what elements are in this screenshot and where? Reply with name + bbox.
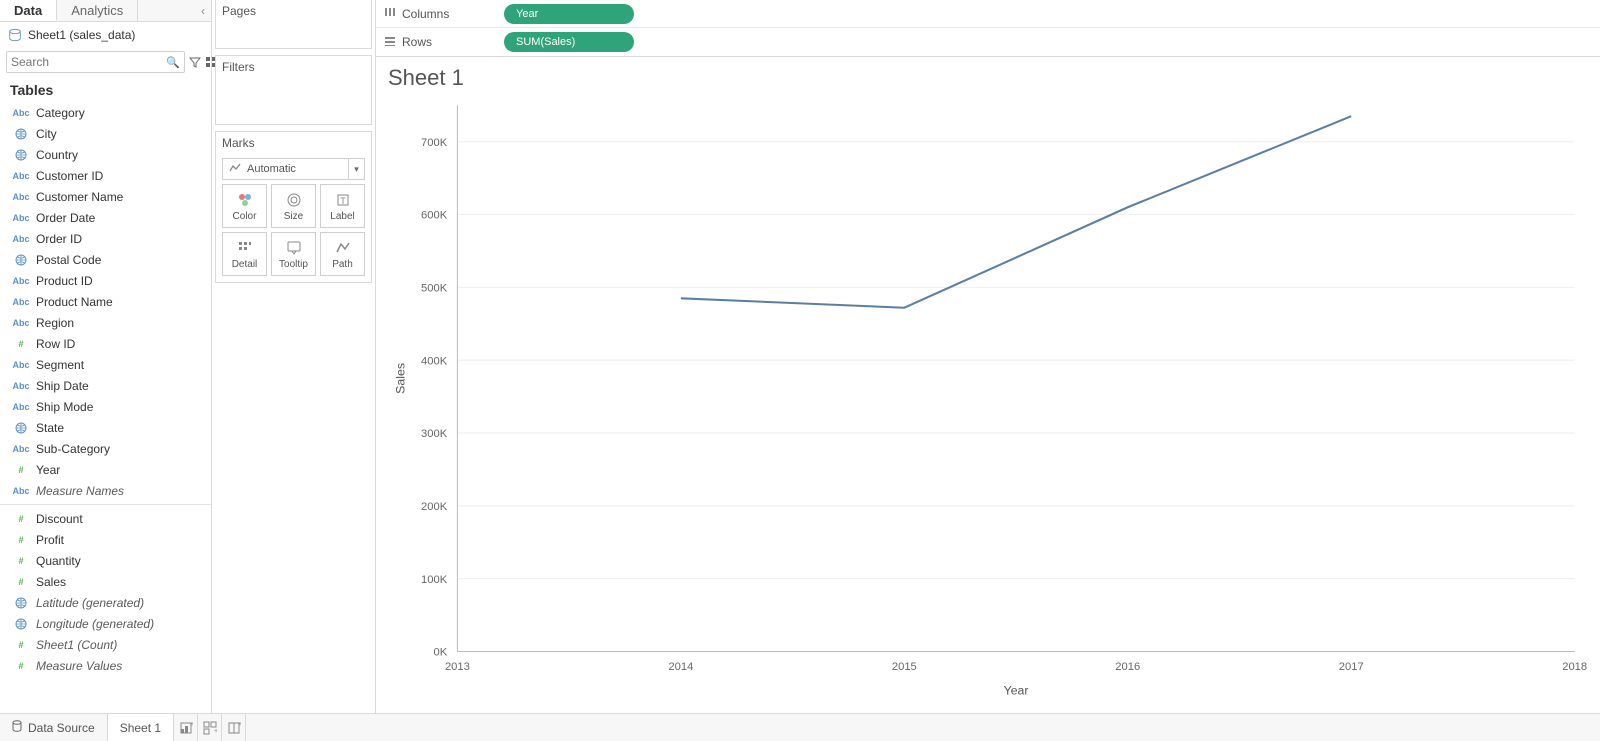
search-icon: 🔍 [166,56,180,69]
search-input-wrap[interactable]: 🔍 [6,51,185,73]
field-region[interactable]: AbcRegion [0,312,211,333]
field-product-name[interactable]: AbcProduct Name [0,291,211,312]
field-segment[interactable]: AbcSegment [0,354,211,375]
field-order-id[interactable]: AbcOrder ID [0,228,211,249]
datasource-icon [8,28,22,42]
svg-text:2015: 2015 [892,661,917,673]
chart-area[interactable]: 0K 100K 200K 300K 400K 500K 600K 700K 2013 2014 20… [376,95,1600,713]
svg-text:100K: 100K [421,574,448,586]
tables-header: Tables [0,76,211,102]
svg-text:500K: 500K [421,282,448,294]
columns-pill-year[interactable]: Year [504,4,634,24]
datasource-name: Sheet1 (sales_data) [28,28,135,42]
mark-label-icon: T [335,191,351,209]
worksheet-pane: Columns Year Rows SUM(Sales) Sheet 1 0K [376,0,1600,713]
data-source-icon [12,720,22,735]
mark-label-button[interactable]: TLabel [320,184,365,228]
new-dashboard-icon[interactable]: + [198,714,222,741]
filter-icon[interactable] [189,54,201,70]
field-category[interactable]: AbcCategory [0,102,211,123]
line-mark-icon [229,163,241,176]
field-sheet1-count-[interactable]: #Sheet1 (Count) [0,634,211,655]
tab-analytics[interactable]: Analytics [57,0,138,21]
field-quantity[interactable]: #Quantity [0,550,211,571]
mark-detail-button[interactable]: Detail [222,232,267,276]
tab-data[interactable]: Data [0,0,57,21]
mark-path-icon [335,239,351,257]
tab-sheet-1[interactable]: Sheet 1 [108,714,174,741]
pages-shelf[interactable]: Pages [215,0,372,49]
mark-color-icon [237,191,253,209]
field-measure-names[interactable]: AbcMeasure Names [0,480,211,501]
field-city[interactable]: City [0,123,211,144]
svg-text:600K: 600K [421,210,448,222]
field-sales[interactable]: #Sales [0,571,211,592]
svg-text:700K: 700K [421,137,448,149]
field-list: AbcCategoryCityCountryAbcCustomer IDAbcC… [0,102,211,713]
svg-text:Sales: Sales [393,363,407,394]
field-state[interactable]: State [0,417,211,438]
field-row-id[interactable]: #Row ID [0,333,211,354]
field-measure-values[interactable]: #Measure Values [0,655,211,676]
bottom-bar: Data Source Sheet 1 + + + [0,713,1600,741]
svg-text:+: + [190,721,193,728]
mark-path-button[interactable]: Path [320,232,365,276]
mark-size-button[interactable]: Size [271,184,316,228]
svg-text:+: + [238,721,241,728]
columns-icon [384,7,396,20]
svg-text:Year: Year [1004,684,1029,698]
field-customer-id[interactable]: AbcCustomer ID [0,165,211,186]
svg-text:2016: 2016 [1115,661,1140,673]
svg-text:0K: 0K [434,647,448,659]
svg-text:400K: 400K [421,355,448,367]
shelves-pane: Pages Filters Marks Automatic ▾ ColorSiz… [212,0,376,713]
marks-card: Marks Automatic ▾ ColorSizeTLabelDetailT… [215,131,372,283]
field-country[interactable]: Country [0,144,211,165]
filters-shelf[interactable]: Filters [215,55,372,125]
data-pane: Data Analytics ‹ Sheet1 (sales_data) 🔍 [0,0,212,713]
field-discount[interactable]: #Discount [0,508,211,529]
datasource-row[interactable]: Sheet1 (sales_data) [0,22,211,48]
mark-type-dropdown[interactable]: Automatic ▾ [222,158,365,180]
field-year[interactable]: #Year [0,459,211,480]
rows-shelf[interactable]: Rows SUM(Sales) [376,28,1600,56]
mark-detail-icon [237,239,253,257]
field-customer-name[interactable]: AbcCustomer Name [0,186,211,207]
svg-text:T: T [340,196,346,206]
new-worksheet-icon[interactable]: + [174,714,198,741]
sheet-title[interactable]: Sheet 1 [376,57,1600,95]
search-input[interactable] [11,55,166,69]
mark-tooltip-icon [286,239,302,257]
field-ship-date[interactable]: AbcShip Date [0,375,211,396]
mark-color-button[interactable]: Color [222,184,267,228]
svg-text:2017: 2017 [1339,661,1364,673]
field-order-date[interactable]: AbcOrder Date [0,207,211,228]
field-sub-category[interactable]: AbcSub-Category [0,438,211,459]
field-latitude-generated-[interactable]: Latitude (generated) [0,592,211,613]
rows-pill-sales[interactable]: SUM(Sales) [504,32,634,52]
svg-text:2014: 2014 [668,661,693,673]
svg-text:2013: 2013 [445,661,470,673]
collapse-pane-icon[interactable]: ‹ [195,0,211,21]
field-longitude-generated-[interactable]: Longitude (generated) [0,613,211,634]
field-profit[interactable]: #Profit [0,529,211,550]
field-product-id[interactable]: AbcProduct ID [0,270,211,291]
chevron-down-icon: ▾ [348,159,364,179]
columns-shelf[interactable]: Columns Year [376,0,1600,28]
field-postal-code[interactable]: Postal Code [0,249,211,270]
mark-tooltip-button[interactable]: Tooltip [271,232,316,276]
field-ship-mode[interactable]: AbcShip Mode [0,396,211,417]
svg-text:2018: 2018 [1562,661,1587,673]
rows-icon [384,36,396,49]
svg-text:200K: 200K [421,501,448,513]
tab-data-source[interactable]: Data Source [0,714,108,741]
svg-text:300K: 300K [421,428,448,440]
mark-size-icon [286,191,302,209]
svg-text:+: + [214,728,217,735]
new-story-icon[interactable]: + [222,714,246,741]
